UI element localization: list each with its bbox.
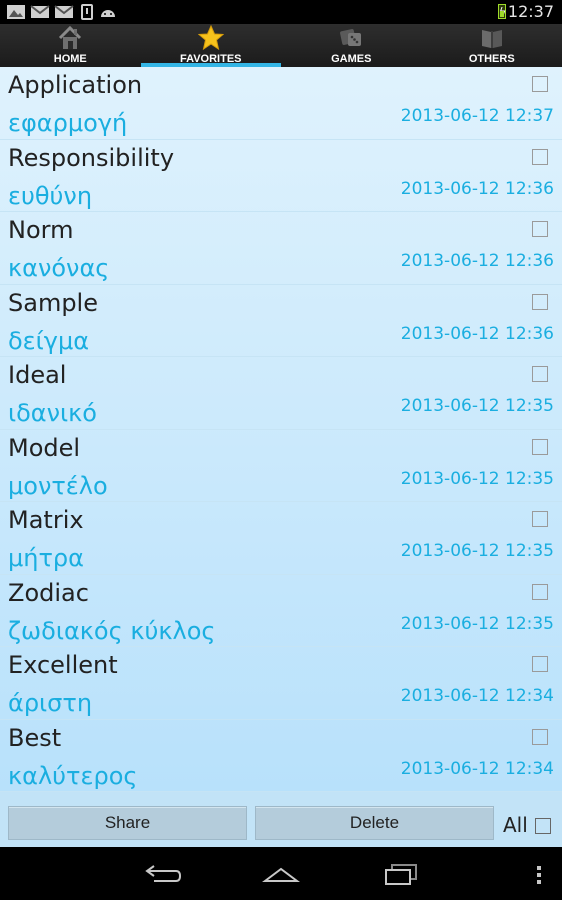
translation-text: μοντέλο [8,471,108,500]
tab-home[interactable]: HOME [0,24,141,67]
back-icon[interactable] [142,859,182,889]
date-text: 2013-06-12 12:35 [400,541,554,561]
translation-text: ζωδιακός κύκλος [8,616,216,645]
date-text: 2013-06-12 12:34 [400,686,554,706]
translation-text: ευθύνη [8,181,93,210]
action-bar: Share Delete All [0,792,562,847]
tab-games[interactable]: GAMES [281,24,422,67]
date-text: 2013-06-12 12:36 [400,178,554,199]
date-text: 2013-06-12 12:34 [400,758,554,779]
tab-others-label: OTHERS [468,53,515,65]
translation-text: ιδανικό [8,399,97,427]
list-item[interactable]: Model μοντέλο 2013-06-12 12:35 [0,430,562,502]
item-checkbox[interactable] [532,76,548,92]
word-text: Responsibility [8,143,175,172]
list-item[interactable]: Excellent άριστη 2013-06-12 12:34 [0,647,562,720]
item-checkbox[interactable] [532,728,548,745]
list-item[interactable]: Zodiac ζωδιακός κύκλος 2013-06-12 12:35 [0,575,562,647]
home-icon [59,25,82,49]
translation-text: άριστη [8,689,93,717]
delete-button[interactable]: Delete [255,806,494,840]
clock-time: 12:37 [507,2,554,21]
list-item[interactable]: Ideal ιδανικό 2013-06-12 12:35 [0,357,562,430]
home-icon[interactable] [261,859,301,889]
tab-others[interactable]: OTHERS [422,24,562,67]
item-checkbox[interactable] [532,293,548,310]
recents-icon[interactable] [380,859,420,889]
word-text: Norm [8,216,74,244]
word-text: Application [8,71,143,99]
item-checkbox[interactable] [532,511,548,527]
gmail-icon [30,5,50,18]
translation-text: δείγμα [8,326,90,355]
item-checkbox[interactable] [532,438,548,455]
navigation-bar [0,847,562,900]
list-item[interactable]: Application εφαρμογή 2013-06-12 12:37 [0,67,562,140]
list-item[interactable]: Matrix μήτρα 2013-06-12 12:35 [0,502,562,575]
book-icon [481,30,502,48]
translation-text: καλύτερος [8,761,138,790]
tab-favorites[interactable]: FAVORITES [140,24,281,67]
word-text: Model [8,433,81,462]
android-icon [101,10,115,17]
date-text: 2013-06-12 12:35 [400,396,554,416]
item-checkbox[interactable] [532,221,548,237]
date-text: 2013-06-12 12:35 [400,613,554,634]
dice-icon [340,29,362,46]
item-checkbox[interactable] [532,148,548,165]
translation-text: εφαρμογή [8,109,128,137]
battery-charging-icon: ϟ [498,4,507,19]
word-text: Excellent [8,651,118,679]
word-text: Ideal [8,361,67,389]
list-item[interactable]: Sample δείγμα 2013-06-12 12:36 [0,285,562,357]
tab-bar: HOME FAVORITES GAMES OTHERS [0,24,562,67]
tab-games-label: GAMES [331,53,372,65]
tab-home-label: HOME [53,53,87,65]
item-checkbox[interactable] [532,366,548,382]
word-text: Matrix [8,506,84,534]
gmail-icon [54,5,74,18]
select-all-checkbox[interactable] [535,818,551,834]
item-checkbox[interactable] [532,583,548,600]
word-text: Best [8,723,62,752]
select-all-label: All [503,813,528,837]
translation-text: μήτρα [8,544,84,572]
list-item[interactable]: Responsibility ευθύνη 2013-06-12 12:36 [0,140,562,212]
gallery-icon [7,5,25,19]
usb-debug-icon [81,4,93,20]
share-button[interactable]: Share [8,806,247,840]
status-bar: ϟ 12:37 [0,0,562,24]
star-icon [197,25,224,51]
date-text: 2013-06-12 12:36 [400,251,554,271]
date-text: 2013-06-12 12:36 [400,323,554,344]
date-text: 2013-06-12 12:37 [400,106,554,126]
list-item[interactable]: Best καλύτερος 2013-06-12 12:34 [0,720,562,792]
translation-text: κανόνας [8,254,110,282]
item-checkbox[interactable] [532,656,548,672]
word-text: Sample [8,288,98,317]
more-icon[interactable] [524,859,554,889]
date-text: 2013-06-12 12:35 [400,468,554,489]
word-text: Zodiac [8,578,89,607]
list-item[interactable]: Norm κανόνας 2013-06-12 12:36 [0,212,562,285]
favorites-list[interactable]: Application εφαρμογή 2013-06-12 12:37 Re… [0,67,562,792]
